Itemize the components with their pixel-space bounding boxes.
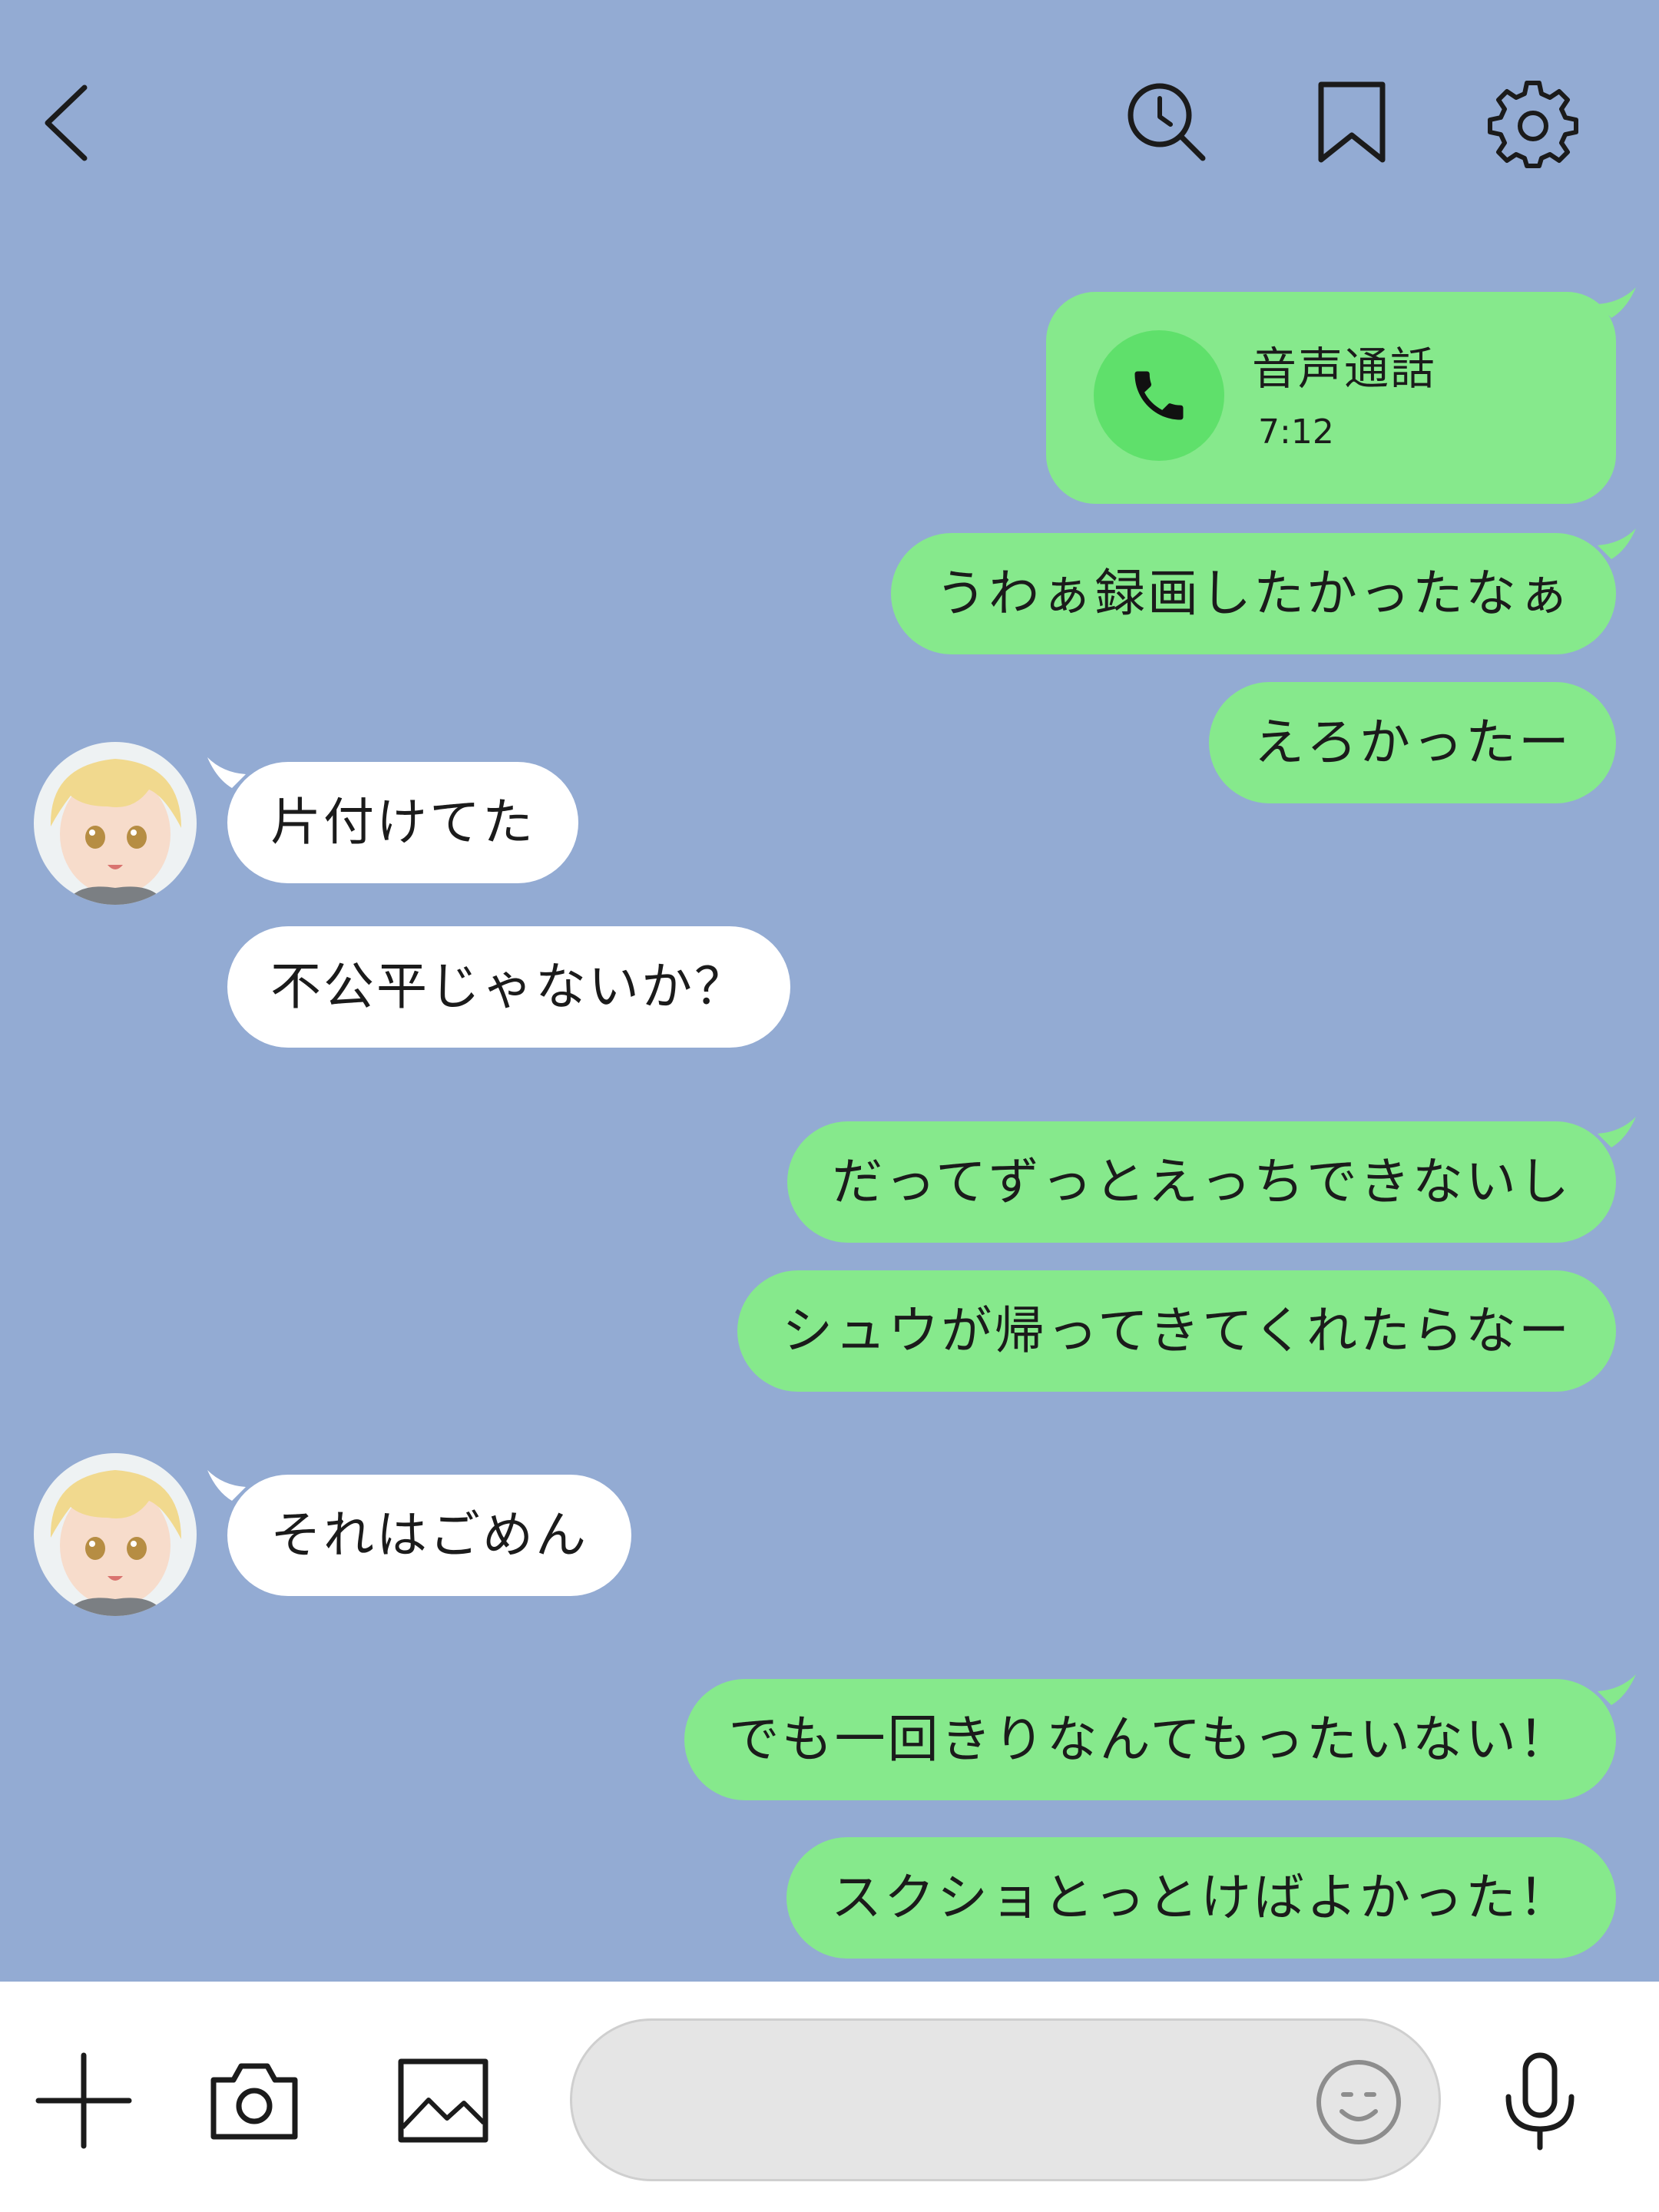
sent-message[interactable]: えろかったー bbox=[1209, 682, 1616, 803]
bubble-tail bbox=[1598, 528, 1636, 559]
bookmark-icon bbox=[1318, 81, 1386, 163]
settings-button[interactable] bbox=[1487, 77, 1579, 169]
message-text: 不公平じゃないか？ bbox=[270, 957, 747, 1016]
message-text: シュウが帰ってきてくれたらなー bbox=[782, 1301, 1571, 1360]
call-duration: 7:12 bbox=[1258, 412, 1334, 452]
message-text: うわぁ録画したかったなぁ bbox=[935, 564, 1571, 623]
image-icon bbox=[398, 2058, 488, 2143]
camera-icon bbox=[210, 2063, 298, 2140]
bubble-tail bbox=[1598, 1117, 1636, 1147]
phone-icon bbox=[1134, 371, 1184, 420]
microphone-button[interactable] bbox=[1490, 2051, 1590, 2151]
sent-message[interactable]: でも一回きりなんてもったいない！ bbox=[684, 1674, 1636, 1800]
message-text: だってずっとえっちできないし bbox=[832, 1152, 1571, 1211]
emoji-button[interactable] bbox=[1314, 2058, 1403, 2147]
sent-message[interactable]: だってずっとえっちできないし bbox=[787, 1117, 1636, 1243]
message-input-container bbox=[570, 2018, 1441, 2181]
microphone-icon bbox=[1505, 2052, 1575, 2151]
image-button[interactable] bbox=[393, 2051, 493, 2151]
message-text: えろかったー bbox=[1253, 713, 1571, 772]
contact-avatar[interactable] bbox=[34, 742, 197, 905]
sent-message[interactable]: うわぁ録画したかったなぁ bbox=[891, 528, 1636, 654]
message-text: それはごめん bbox=[270, 1505, 588, 1565]
history-search-icon bbox=[1128, 83, 1206, 161]
received-message[interactable]: 不公平じゃないか？ bbox=[227, 926, 790, 1048]
received-message[interactable]: それはごめん bbox=[207, 1470, 631, 1596]
emoji-icon bbox=[1316, 2060, 1401, 2144]
bubble-tail bbox=[1598, 1674, 1636, 1705]
message-text: でも一回きりなんてもったいない！ bbox=[728, 1710, 1571, 1769]
avatar-image bbox=[34, 1453, 197, 1616]
received-message[interactable]: 片付けてた bbox=[207, 757, 578, 883]
plus-icon bbox=[35, 2052, 132, 2149]
call-title: 音声通話 bbox=[1252, 343, 1437, 395]
bubble-tail bbox=[1598, 287, 1636, 318]
avatar-image bbox=[34, 742, 197, 905]
contact-avatar[interactable] bbox=[34, 1453, 197, 1616]
bubble-tail bbox=[207, 757, 246, 788]
message-text: 片付けてた bbox=[270, 793, 535, 852]
history-search-button[interactable] bbox=[1120, 77, 1212, 169]
chevron-left-icon bbox=[45, 84, 88, 161]
call-icon-circle bbox=[1094, 330, 1224, 461]
back-button[interactable] bbox=[28, 77, 120, 169]
message-text: スクショとっとけばよかった！ bbox=[830, 1868, 1571, 1927]
voice-call-bubble[interactable]: 音声通話 7:12 bbox=[1046, 287, 1636, 504]
add-button[interactable] bbox=[34, 2051, 134, 2151]
camera-button[interactable] bbox=[204, 2051, 304, 2151]
message-input[interactable] bbox=[618, 2021, 1313, 2181]
bubble-tail bbox=[207, 1470, 246, 1501]
sent-message[interactable]: スクショとっとけばよかった！ bbox=[786, 1837, 1616, 1959]
input-bar bbox=[0, 1982, 1659, 2212]
bookmark-button[interactable] bbox=[1306, 77, 1398, 169]
sent-message[interactable]: シュウが帰ってきてくれたらなー bbox=[737, 1270, 1616, 1392]
gear-icon bbox=[1488, 81, 1578, 168]
